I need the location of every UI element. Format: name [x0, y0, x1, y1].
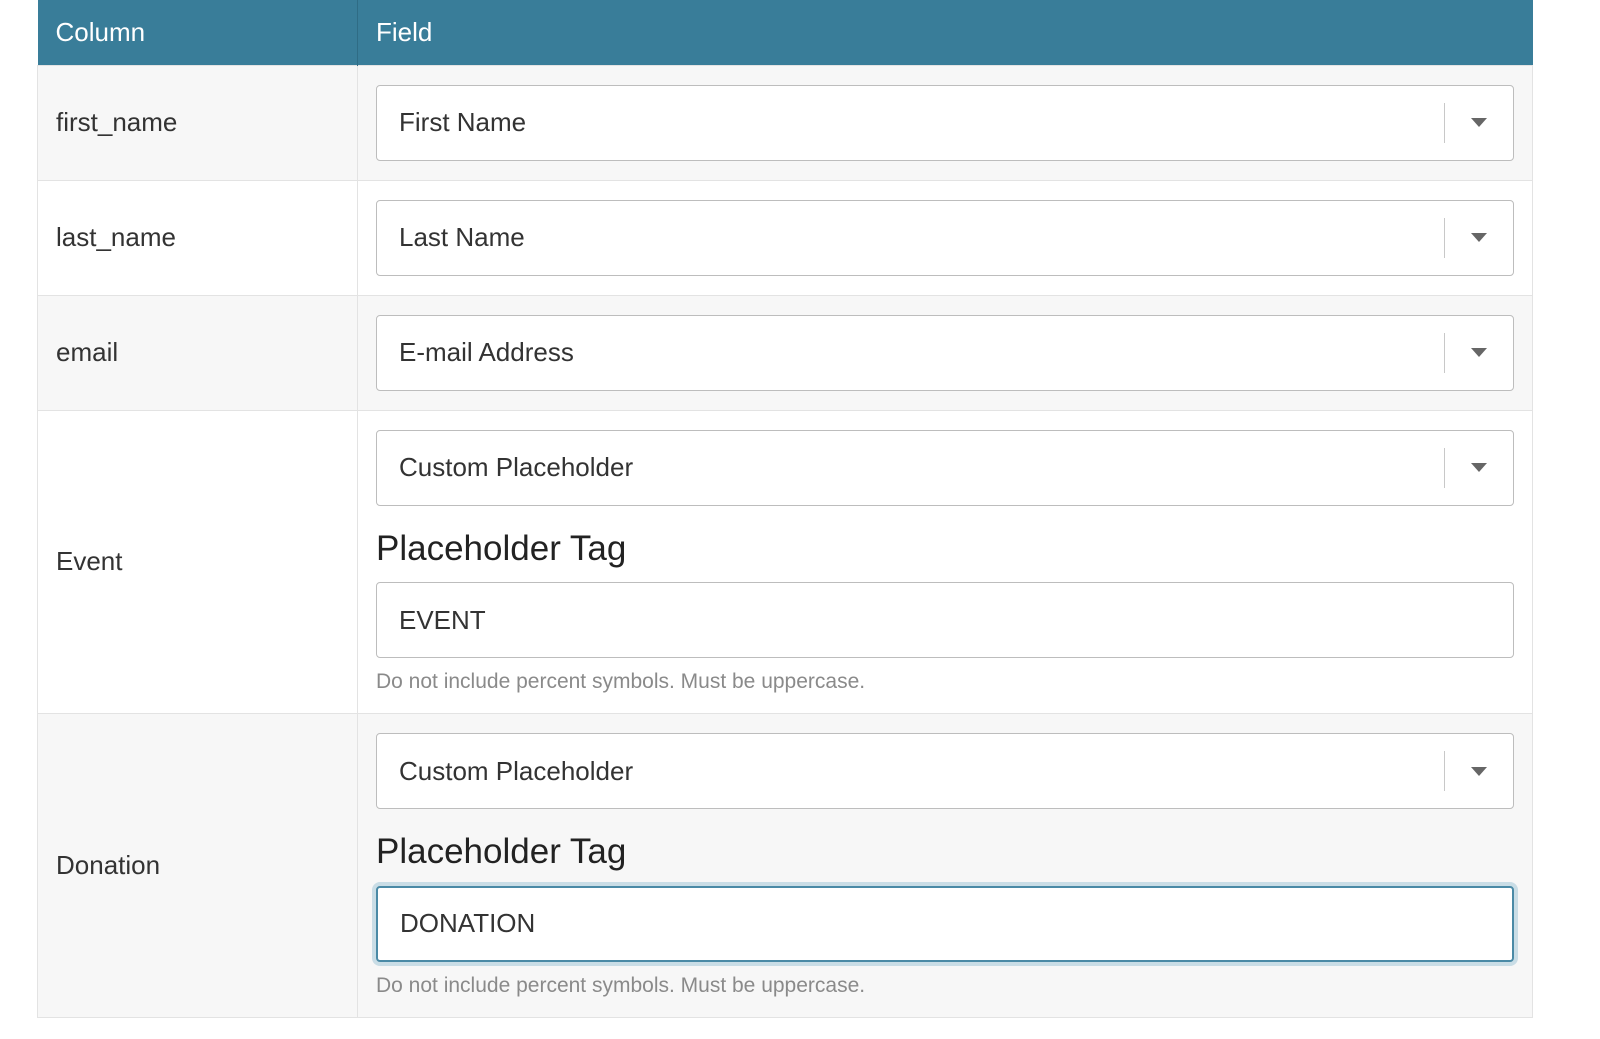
field-cell: First Name — [357, 64, 1533, 181]
field-cell: Custom Placeholder Placeholder Tag Do no… — [357, 409, 1533, 714]
placeholder-help-text: Do not include percent symbols. Must be … — [376, 973, 866, 997]
column-mapping-table: Column Field first_name First Name last_… — [37, 0, 1533, 1018]
field-select[interactable]: Last Name — [376, 199, 1514, 276]
table-row: last_name Last Name — [37, 179, 1533, 296]
field-select[interactable]: Custom Placeholder — [376, 733, 1514, 809]
placeholder-tag-label: Placeholder Tag — [376, 528, 627, 568]
column-name: first_name — [37, 64, 358, 181]
table-row: Event Custom Placeholder Placeholder Tag… — [37, 409, 1533, 714]
column-name: email — [37, 294, 358, 411]
table-row: Donation Custom Placeholder Placeholder … — [37, 713, 1533, 1018]
field-select-value: Custom Placeholder — [399, 755, 634, 786]
field-cell: Last Name — [357, 179, 1533, 296]
chevron-down-icon[interactable] — [1445, 463, 1513, 472]
table-header-row: Column Field — [37, 0, 1533, 65]
chevron-down-icon[interactable] — [1445, 766, 1513, 776]
column-header: Column — [37, 0, 358, 65]
placeholder-tag-input[interactable] — [376, 885, 1514, 962]
field-select[interactable]: First Name — [376, 84, 1514, 161]
field-select-value: E-mail Address — [399, 337, 574, 367]
placeholder-help-text: Do not include percent symbols. Must be … — [376, 670, 866, 693]
field-select-value: Custom Placeholder — [399, 452, 634, 482]
field-select-value: Last Name — [399, 222, 525, 252]
placeholder-tag-input[interactable] — [376, 582, 1514, 658]
field-select[interactable]: E-mail Address — [376, 314, 1514, 391]
column-name: Donation — [37, 713, 358, 1018]
field-cell: Custom Placeholder Placeholder Tag Do no… — [357, 713, 1533, 1018]
field-select-value: First Name — [399, 107, 527, 137]
column-name: last_name — [37, 179, 358, 296]
field-cell: E-mail Address — [357, 294, 1533, 411]
column-name: Event — [37, 409, 358, 714]
field-select[interactable]: Custom Placeholder — [376, 429, 1514, 506]
chevron-down-icon[interactable] — [1445, 118, 1513, 127]
table-row: first_name First Name — [37, 64, 1533, 181]
placeholder-tag-label: Placeholder Tag — [376, 832, 627, 871]
table-row: email E-mail Address — [37, 294, 1533, 411]
chevron-down-icon[interactable] — [1445, 348, 1513, 357]
field-header: Field — [357, 0, 1533, 65]
chevron-down-icon[interactable] — [1445, 233, 1513, 242]
